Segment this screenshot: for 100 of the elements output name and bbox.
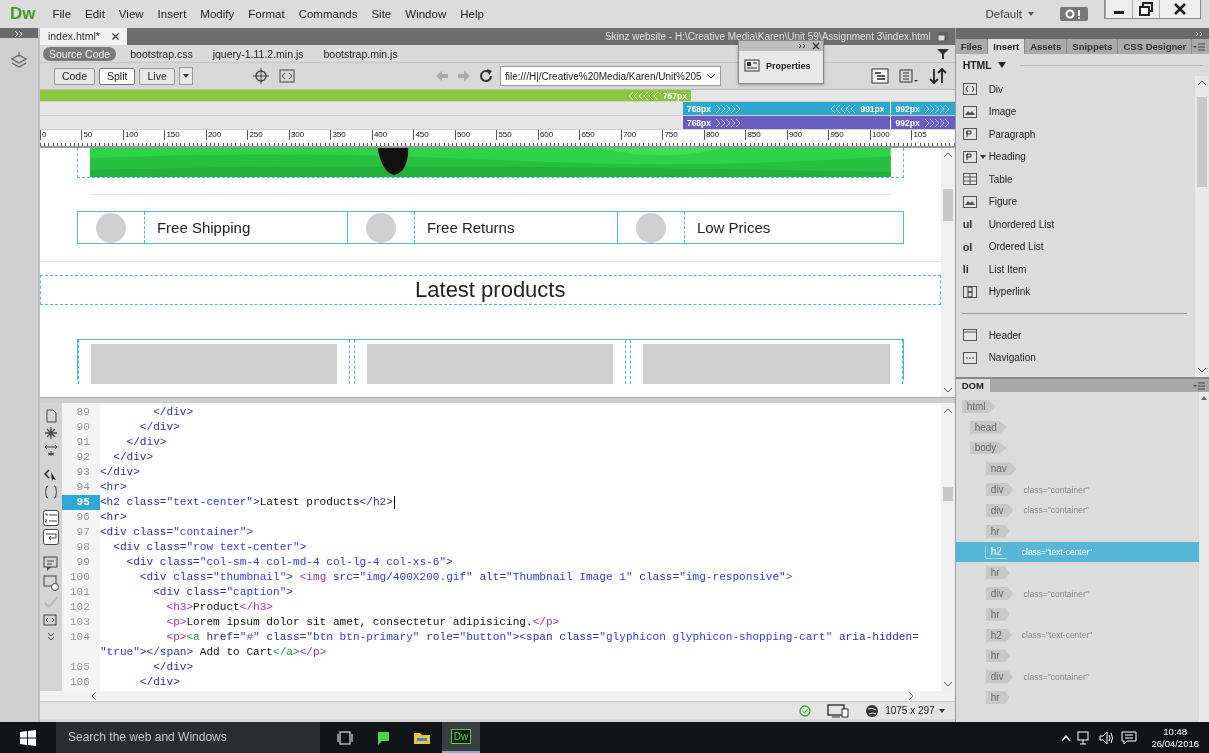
insert-item[interactable]: Div: [955, 78, 1195, 101]
properties-icon[interactable]: [743, 59, 760, 72]
taskbar-app[interactable]: Dw: [442, 722, 480, 753]
dom-node[interactable]: hr: [955, 603, 1199, 625]
insert-item[interactable]: Hyperlink: [955, 280, 1195, 303]
menu-item[interactable]: File: [45, 8, 79, 20]
braces-icon[interactable]: [43, 485, 58, 499]
comment-icon[interactable]: [42, 556, 59, 572]
scrollbar-thumb[interactable]: [1197, 97, 1207, 187]
menu-item[interactable]: Modify: [193, 8, 242, 20]
related-file[interactable]: bootstrap.min.js: [317, 46, 404, 61]
panel-tab[interactable]: CSS Designer: [1118, 39, 1193, 54]
word-wrap-icon[interactable]: [42, 529, 59, 545]
view-button[interactable]: Live: [139, 67, 175, 85]
scroll-down-icon[interactable]: [1197, 366, 1207, 374]
checkmark-icon[interactable]: [42, 594, 59, 610]
insert-item[interactable]: Header: [955, 324, 1195, 347]
dom-node[interactable]: div class="container": [955, 583, 1199, 604]
address-field[interactable]: file:///H|/Creative%20Media/Karen/Unit%205: [500, 66, 721, 86]
menu-item[interactable]: Edit: [78, 8, 112, 20]
dom-node[interactable]: head: [955, 416, 1199, 438]
collapse-icon[interactable]: [797, 43, 808, 49]
filter-icon[interactable]: [936, 47, 949, 60]
chat-bubble-icon[interactable]: [375, 729, 391, 746]
caret-icon[interactable]: [1028, 12, 1034, 16]
panel-tab[interactable]: DOM: [955, 379, 990, 392]
chevron-up-icon[interactable]: [1061, 733, 1072, 742]
scroll-up-icon[interactable]: [942, 407, 953, 415]
dom-node[interactable]: body: [955, 437, 1199, 459]
scroll-right-icon[interactable]: [906, 691, 915, 701]
desktop-icon[interactable]: [827, 703, 850, 718]
notification-icon[interactable]: [1121, 730, 1138, 745]
scroll-down-icon[interactable]: [942, 680, 953, 688]
dom-node[interactable]: nav: [955, 458, 1199, 480]
check-circle-icon[interactable]: [799, 704, 812, 717]
scroll-left-icon[interactable]: [89, 691, 98, 701]
window-size-dropdown[interactable]: 1075 x 297: [885, 705, 935, 716]
insert-item[interactable]: Table: [955, 168, 1195, 191]
close-icon[interactable]: [111, 33, 119, 40]
code-inspect-icon[interactable]: [278, 69, 295, 83]
scroll-up-icon[interactable]: [1200, 395, 1208, 401]
expand-icon[interactable]: [43, 443, 58, 457]
view-button[interactable]: Split: [99, 67, 136, 85]
menu-item[interactable]: Help: [453, 8, 491, 20]
panel-tab[interactable]: Insert: [988, 39, 1026, 54]
panel-tab[interactable]: Assets: [1025, 39, 1068, 54]
insert-item[interactable]: Navigation: [955, 346, 1195, 369]
insert-item[interactable]: ul Unordered List: [955, 213, 1195, 236]
search-field[interactable]: Search the web and Windows: [56, 722, 320, 753]
dom-node[interactable]: h2 class="text-center": [955, 624, 1199, 646]
dom-node[interactable]: div class="container": [955, 666, 1199, 688]
related-file[interactable]: jquery-1.11.2.min.js: [206, 46, 310, 61]
menu-item[interactable]: Window: [398, 8, 454, 20]
caret-icon[interactable]: [997, 62, 1006, 68]
insert-item[interactable]: li List Item: [955, 258, 1195, 281]
document-icon[interactable]: [43, 409, 58, 423]
double-caret-icon[interactable]: [45, 632, 56, 642]
scrollbar-thumb[interactable]: [942, 189, 953, 221]
close-icon[interactable]: [811, 42, 820, 50]
dom-node[interactable]: html: [955, 396, 1199, 417]
insert-item[interactable]: ol Ordered List: [955, 235, 1195, 258]
select-parent-icon[interactable]: [43, 468, 58, 482]
insert-item[interactable]: Image: [955, 100, 1195, 123]
speaker-icon[interactable]: [1099, 730, 1116, 745]
menu-item[interactable]: Site: [364, 8, 399, 20]
document-tab[interactable]: index.html*: [39, 28, 127, 45]
dom-node[interactable]: hr: [955, 520, 1199, 542]
dom-node[interactable]: hr: [955, 562, 1199, 584]
refresh-icon[interactable]: [478, 68, 495, 84]
remove-comment-icon[interactable]: [42, 575, 59, 591]
panel-tab[interactable]: Snippets: [1067, 39, 1119, 54]
insert-item[interactable]: Heading: [955, 145, 1195, 168]
related-file[interactable]: Source Code: [42, 46, 117, 61]
panel-title[interactable]: Properties: [765, 60, 811, 71]
menu-item[interactable]: Insert: [150, 8, 194, 20]
insert-item[interactable]: Paragraph: [955, 123, 1195, 146]
clock-date[interactable]: 26/04/2016: [1151, 737, 1199, 750]
target-icon[interactable]: [252, 68, 269, 84]
dom-node[interactable]: div class="container": [955, 500, 1199, 521]
folder-icon[interactable]: [413, 730, 431, 745]
sort-icon[interactable]: [928, 68, 947, 84]
scroll-up-icon[interactable]: [942, 151, 953, 159]
category-dropdown[interactable]: HTML: [962, 59, 992, 71]
collapse-icon[interactable]: [43, 426, 58, 440]
workspace-dropdown[interactable]: Default: [985, 8, 1022, 20]
view-button[interactable]: Code: [53, 67, 95, 85]
dom-node[interactable]: hr: [955, 645, 1199, 667]
media-query-bar[interactable]: 768px 992px: [682, 116, 955, 129]
scroll-up-icon[interactable]: [1197, 79, 1207, 87]
caret-icon[interactable]: [979, 154, 986, 159]
windows-logo-icon[interactable]: [20, 729, 36, 746]
menu-item[interactable]: Format: [241, 8, 292, 20]
related-file[interactable]: bootstrap.css: [124, 46, 199, 61]
scroll-down-icon[interactable]: [942, 386, 953, 394]
menu-item[interactable]: Commands: [291, 8, 365, 20]
menu-item[interactable]: View: [111, 8, 151, 20]
snippet-icon[interactable]: [42, 613, 59, 629]
collapse-icon[interactable]: [12, 30, 25, 38]
line-numbers-icon[interactable]: [42, 510, 59, 526]
task-view-icon[interactable]: [337, 730, 353, 745]
